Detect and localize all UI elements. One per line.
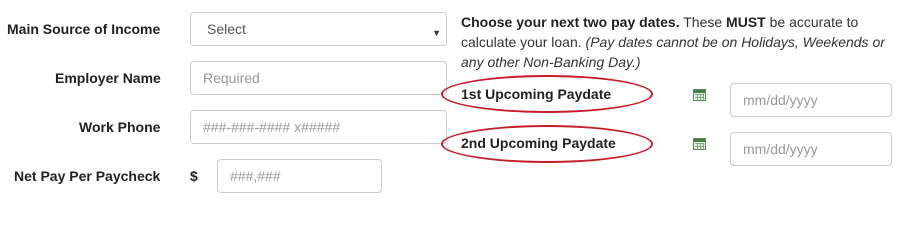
net-pay-field[interactable]: ###,### xyxy=(217,159,382,193)
calendar-icon[interactable] xyxy=(693,89,706,101)
income-source-select[interactable]: Select ▼ xyxy=(190,12,447,46)
first-paydate-field[interactable]: mm/dd/yyyy xyxy=(730,83,892,117)
calendar-icon[interactable] xyxy=(693,138,706,150)
second-paydate-label: 2nd Upcoming Paydate xyxy=(461,135,616,151)
work-phone-placeholder: ###-###-#### x##### xyxy=(203,119,341,135)
instructions-text-1: These xyxy=(679,14,727,30)
second-paydate-placeholder: mm/dd/yyyy xyxy=(743,141,818,157)
second-paydate-field[interactable]: mm/dd/yyyy xyxy=(730,132,892,166)
currency-symbol: $ xyxy=(190,168,198,184)
chevron-down-icon: ▼ xyxy=(432,28,441,38)
instructions-must: MUST xyxy=(726,14,766,30)
first-paydate-label: 1st Upcoming Paydate xyxy=(461,86,612,102)
income-source-label: Main Source of Income xyxy=(7,21,161,37)
pay-dates-instructions: Choose your next two pay dates. These MU… xyxy=(461,12,901,72)
work-phone-field[interactable]: ###-###-#### x##### xyxy=(190,110,447,144)
net-pay-label: Net Pay Per Paycheck xyxy=(14,168,161,184)
work-phone-label: Work Phone xyxy=(79,119,161,135)
employer-name-field[interactable]: Required xyxy=(190,61,447,95)
employer-name-placeholder: Required xyxy=(203,70,260,86)
employer-name-label: Employer Name xyxy=(55,70,161,86)
pay-dates-heading: Choose your next two pay dates. xyxy=(461,14,680,30)
first-paydate-placeholder: mm/dd/yyyy xyxy=(743,92,818,108)
net-pay-placeholder: ###,### xyxy=(230,168,281,184)
income-source-value: Select xyxy=(207,21,246,37)
